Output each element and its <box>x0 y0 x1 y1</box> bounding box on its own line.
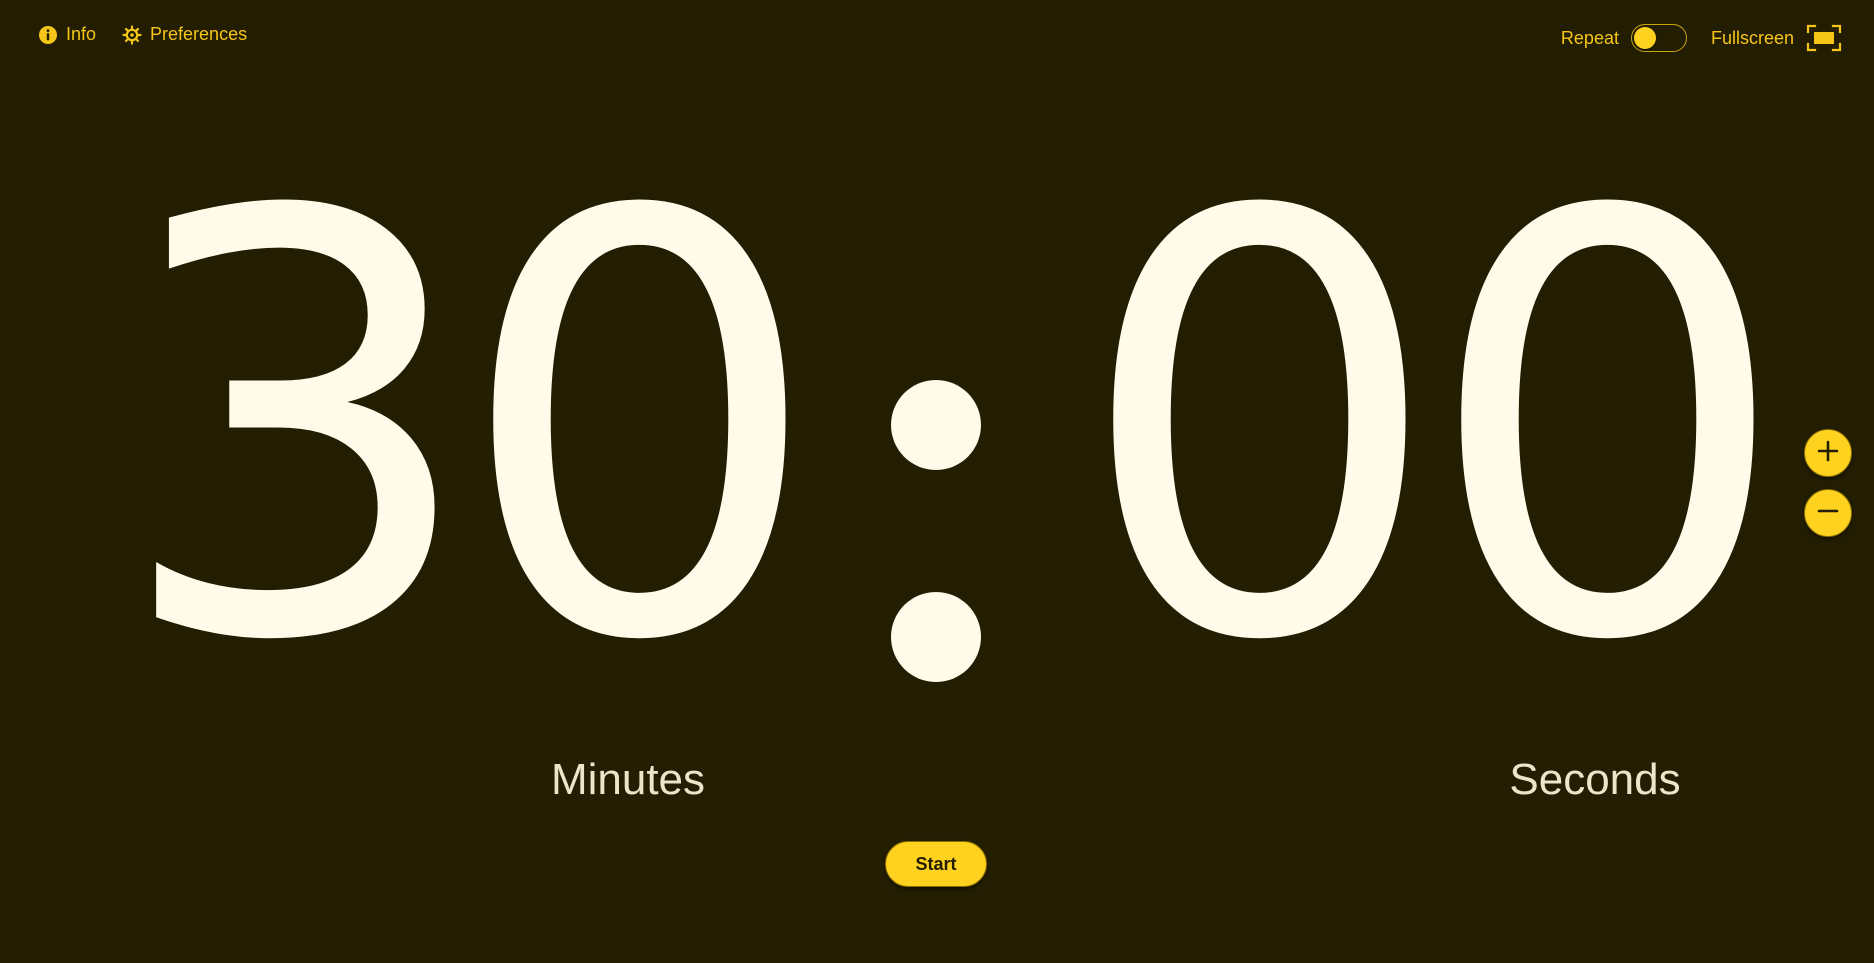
preferences-link[interactable]: Preferences <box>122 24 247 45</box>
info-circle-icon <box>38 25 58 45</box>
minus-icon <box>1817 500 1839 527</box>
fullscreen-icon[interactable] <box>1806 24 1842 52</box>
time-separator <box>886 370 986 870</box>
separator-dot-bottom <box>891 592 981 682</box>
increase-time-button[interactable] <box>1804 429 1852 477</box>
seconds-tens-digit: 0 <box>1075 92 1445 767</box>
seconds-ones-digit: 0 <box>1423 92 1793 767</box>
minutes-ones-digit: 0 <box>455 92 825 767</box>
seconds-label: Seconds <box>1509 755 1681 804</box>
start-button[interactable]: Start <box>885 841 987 887</box>
top-right-controls: Repeat Fullscreen <box>1561 24 1842 52</box>
minutes-tens-digit: 3 <box>112 92 482 767</box>
fullscreen-label[interactable]: Fullscreen <box>1711 28 1794 49</box>
info-link[interactable]: Info <box>38 24 96 45</box>
decrease-time-button[interactable] <box>1804 489 1852 537</box>
info-label: Info <box>66 24 97 44</box>
repeat-toggle-knob <box>1633 27 1656 49</box>
gear-icon <box>122 24 142 45</box>
plus-icon <box>1817 440 1839 467</box>
timer-page: Info Preferences Repeat Fullscreen 3 0 0… <box>0 0 1874 963</box>
repeat-label: Repeat <box>1560 27 1619 48</box>
minutes-label: Minutes <box>550 755 706 804</box>
preferences-label: Preferences <box>150 24 248 44</box>
top-left-nav: Info Preferences <box>38 24 247 45</box>
repeat-toggle[interactable] <box>1630 24 1687 52</box>
separator-dot-top <box>891 380 981 470</box>
